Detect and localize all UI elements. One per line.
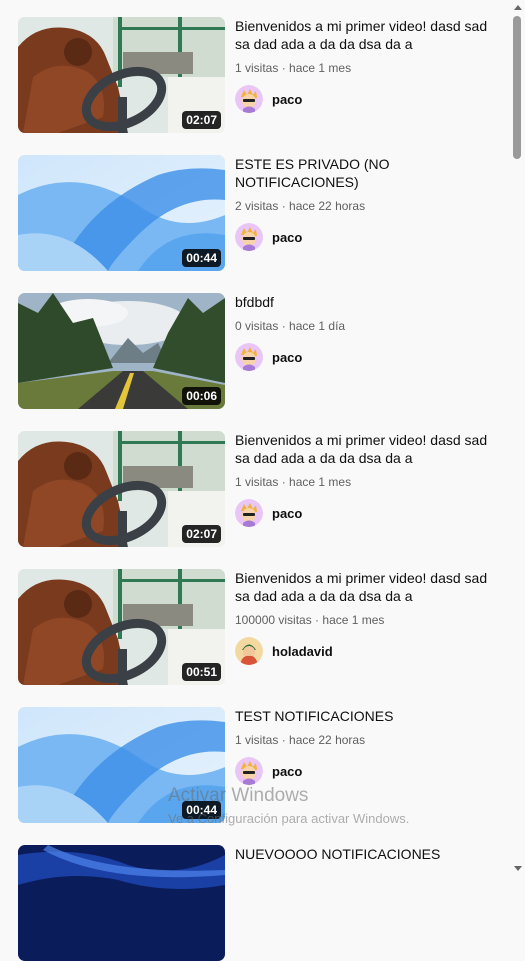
channel-info[interactable]: paco <box>235 223 493 251</box>
channel-name[interactable]: paco <box>272 764 302 779</box>
video-title[interactable]: bfdbdf <box>235 293 493 311</box>
video-views: 2 visitas <box>235 199 279 213</box>
video-thumbnail[interactable]: 00:44 <box>18 155 225 271</box>
video-stats: 1 visitas · hace 1 mes <box>235 475 493 489</box>
video-title[interactable]: Bienvenidos a mi primer video! dasd sad … <box>235 569 493 605</box>
separator: · <box>278 319 290 333</box>
video-thumbnail[interactable]: 00:51 <box>18 569 225 685</box>
separator: · <box>278 199 290 213</box>
holadavid-avatar[interactable] <box>235 637 263 665</box>
channel-info[interactable]: holadavid <box>235 637 493 665</box>
video-thumbnail[interactable] <box>18 845 225 961</box>
video-time: hace 1 mes <box>289 475 352 489</box>
video-item[interactable]: 00:44 ESTE ES PRIVADO (NO NOTIFICACIONES… <box>18 155 498 271</box>
video-stats: 1 visitas · hace 22 horas <box>235 733 493 747</box>
video-views: 100000 visitas <box>235 613 312 627</box>
video-title[interactable]: NUEVOOOO NOTIFICACIONES <box>235 845 493 863</box>
paco-avatar[interactable] <box>235 499 263 527</box>
video-stats: 2 visitas · hace 22 horas <box>235 199 493 213</box>
video-views: 1 visitas <box>235 733 279 747</box>
scroll-down-arrow-icon[interactable] <box>514 866 522 871</box>
video-meta: NUEVOOOO NOTIFICACIONES <box>235 845 493 863</box>
video-title[interactable]: TEST NOTIFICACIONES <box>235 707 493 725</box>
channel-info[interactable]: paco <box>235 757 493 785</box>
vertical-scrollbar[interactable] <box>510 0 525 877</box>
video-thumbnail[interactable]: 02:07 <box>18 17 225 133</box>
scrollbar-thumb[interactable] <box>513 16 521 159</box>
separator: · <box>278 733 290 747</box>
video-views: 0 visitas <box>235 319 279 333</box>
video-title[interactable]: ESTE ES PRIVADO (NO NOTIFICACIONES) <box>235 155 493 191</box>
video-duration: 02:07 <box>182 525 221 543</box>
video-thumbnail[interactable]: 02:07 <box>18 431 225 547</box>
video-views: 1 visitas <box>235 475 279 489</box>
video-thumbnail[interactable]: 00:06 <box>18 293 225 409</box>
video-item[interactable]: 00:06 bfdbdf 0 visitas · hace 1 día paco <box>18 293 498 409</box>
scroll-up-arrow-icon[interactable] <box>514 5 522 10</box>
channel-name[interactable]: paco <box>272 92 302 107</box>
video-meta: bfdbdf 0 visitas · hace 1 día paco <box>235 293 493 371</box>
video-meta: TEST NOTIFICACIONES 1 visitas · hace 22 … <box>235 707 493 785</box>
video-duration: 00:44 <box>182 801 221 819</box>
channel-name[interactable]: paco <box>272 506 302 521</box>
video-duration: 00:06 <box>182 387 221 405</box>
paco-avatar[interactable] <box>235 85 263 113</box>
dark-blue-thumbnail-image <box>18 845 225 961</box>
video-duration: 00:51 <box>182 663 221 681</box>
video-title[interactable]: Bienvenidos a mi primer video! dasd sad … <box>235 431 493 467</box>
paco-avatar[interactable] <box>235 223 263 251</box>
separator: · <box>278 475 290 489</box>
channel-info[interactable]: paco <box>235 85 493 113</box>
video-stats: 0 visitas · hace 1 día <box>235 319 493 333</box>
video-stats: 100000 visitas · hace 1 mes <box>235 613 493 627</box>
video-meta: Bienvenidos a mi primer video! dasd sad … <box>235 431 493 527</box>
video-item[interactable]: 00:44 TEST NOTIFICACIONES 1 visitas · ha… <box>18 707 498 823</box>
channel-name[interactable]: paco <box>272 230 302 245</box>
video-meta: Bienvenidos a mi primer video! dasd sad … <box>235 569 493 665</box>
video-title[interactable]: Bienvenidos a mi primer video! dasd sad … <box>235 17 493 53</box>
channel-info[interactable]: paco <box>235 343 493 371</box>
video-item[interactable]: 00:51 Bienvenidos a mi primer video! das… <box>18 569 498 685</box>
video-time: hace 22 horas <box>289 733 366 747</box>
video-stats: 1 visitas · hace 1 mes <box>235 61 493 75</box>
paco-avatar[interactable] <box>235 343 263 371</box>
separator: · <box>278 61 290 75</box>
channel-name[interactable]: paco <box>272 350 302 365</box>
video-views: 1 visitas <box>235 61 279 75</box>
video-item[interactable]: 02:07 Bienvenidos a mi primer video! das… <box>18 431 498 547</box>
channel-name[interactable]: holadavid <box>272 644 333 659</box>
video-duration: 00:44 <box>182 249 221 267</box>
paco-avatar[interactable] <box>235 757 263 785</box>
video-time: hace 1 mes <box>289 61 352 75</box>
video-time: hace 1 día <box>289 319 346 333</box>
video-time: hace 1 mes <box>322 613 385 627</box>
video-meta: ESTE ES PRIVADO (NO NOTIFICACIONES) 2 vi… <box>235 155 493 251</box>
separator: · <box>311 613 323 627</box>
video-duration: 02:07 <box>182 111 221 129</box>
video-item[interactable]: 02:07 Bienvenidos a mi primer video! das… <box>18 17 498 133</box>
video-thumbnail[interactable]: 00:44 <box>18 707 225 823</box>
channel-info[interactable]: paco <box>235 499 493 527</box>
video-item[interactable]: NUEVOOOO NOTIFICACIONES <box>18 845 498 961</box>
video-meta: Bienvenidos a mi primer video! dasd sad … <box>235 17 493 113</box>
video-time: hace 22 horas <box>289 199 366 213</box>
